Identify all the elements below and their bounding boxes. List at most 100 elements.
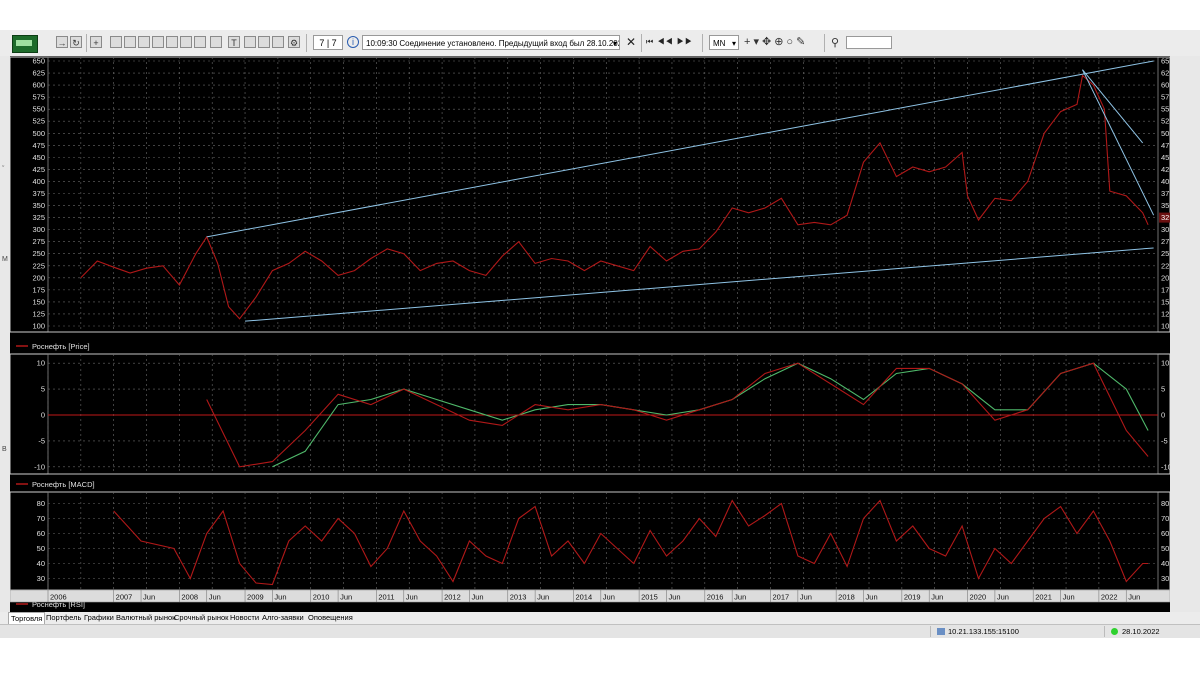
info-icon[interactable]: i xyxy=(347,36,359,48)
arrow-right-icon[interactable]: → xyxy=(56,36,68,48)
search-window-icon[interactable] xyxy=(166,36,178,48)
time-tick-label: Jun xyxy=(340,593,352,602)
y-tick-left-price: 400 xyxy=(32,177,45,186)
y-tick-right-rsi: 30 xyxy=(1161,574,1169,583)
y-tick-left-price: 100 xyxy=(32,322,45,331)
y-tick-left-price: 300 xyxy=(32,225,45,234)
search-icon[interactable]: ⚲ xyxy=(831,36,839,49)
y-tick-right-rsi: 80 xyxy=(1161,499,1169,508)
app-logo-icon xyxy=(12,35,38,53)
chart-panel-price xyxy=(10,56,1170,333)
time-tick-label: 2012 xyxy=(444,593,461,602)
time-tick-label: Jun xyxy=(209,593,221,602)
tab-1[interactable]: Торговля xyxy=(8,612,46,624)
time-tick-label: 2017 xyxy=(772,593,789,602)
time-tick-label: 2006 xyxy=(50,593,67,602)
lab-icon[interactable] xyxy=(258,36,270,48)
tab-8[interactable]: Оповещения xyxy=(306,612,355,624)
copy-icon[interactable] xyxy=(194,36,206,48)
y-tick-right-price: 425 xyxy=(1161,165,1170,174)
window-icon[interactable] xyxy=(110,36,122,48)
refresh-icon[interactable]: ↻ xyxy=(70,36,82,48)
y-tick-right-price: 575 xyxy=(1161,93,1170,102)
filter-icon[interactable] xyxy=(244,36,256,48)
y-tick-left-price: 575 xyxy=(32,93,45,102)
time-tick-label: 2021 xyxy=(1035,593,1052,602)
circle-icon[interactable]: ○ xyxy=(786,36,796,48)
y-tick-left-price: 650 xyxy=(32,57,45,66)
connection-date: 28.10.2022 xyxy=(1104,626,1194,637)
tab-6[interactable]: Новости xyxy=(228,612,261,624)
move-icon[interactable]: ✥ xyxy=(762,36,774,48)
settings-icon[interactable]: ⚙ xyxy=(288,36,300,48)
chart-navigation-buttons[interactable]: ⏮ ◀◀ ▶▶ xyxy=(646,37,693,47)
close-icon[interactable]: ✕ xyxy=(626,35,636,49)
y-tick-left-price: 600 xyxy=(32,81,45,90)
panel-label-macd: Роснефть [MACD] xyxy=(32,480,95,489)
tab-3[interactable]: Графики xyxy=(82,612,116,624)
time-tick-label: 2008 xyxy=(181,593,198,602)
list-icon[interactable] xyxy=(138,36,150,48)
y-tick-right-price: 100 xyxy=(1161,322,1170,331)
dropdown-arrow-icon[interactable]: ▾ xyxy=(753,36,762,48)
y-tick-right-price: 625 xyxy=(1161,69,1170,78)
time-tick-label: Jun xyxy=(274,593,286,602)
y-tick-right-macd: -5 xyxy=(1161,436,1168,445)
export-icon[interactable] xyxy=(210,36,222,48)
time-tick-label: 2020 xyxy=(970,593,987,602)
toolbar-separator xyxy=(641,34,642,52)
time-tick-label: Jun xyxy=(1063,593,1075,602)
toolbar-separator xyxy=(306,34,307,52)
tab-4[interactable]: Валютный рынок xyxy=(114,612,177,624)
crosshair-icon[interactable]: ⊕ xyxy=(774,36,786,48)
chart-window-icon[interactable] xyxy=(180,36,192,48)
time-tick-label: 2011 xyxy=(378,593,394,602)
timeframe-value: MN xyxy=(713,39,726,48)
tab-7[interactable]: Алго-заявки xyxy=(260,612,306,624)
y-tick-right-macd: 0 xyxy=(1161,411,1165,420)
y-tick-left-price: 200 xyxy=(32,273,45,282)
time-tick-label: 2016 xyxy=(707,593,724,602)
status-bar: 10.21.133.155:15100 28.10.2022 xyxy=(0,624,1200,638)
y-tick-right-price: 350 xyxy=(1161,201,1170,210)
y-tick-right-price: 550 xyxy=(1161,105,1170,114)
connection-status-text: 10:09:30 Соединение установлено. Предыду… xyxy=(366,39,619,48)
y-tick-left-rsi: 50 xyxy=(37,544,45,553)
tab-2[interactable]: Портфель xyxy=(44,612,83,624)
server-address-text: 10.21.133.155:15100 xyxy=(948,627,1019,636)
y-tick-right-price: 650 xyxy=(1161,57,1170,66)
grid-icon[interactable] xyxy=(152,36,164,48)
y-tick-left-price: 625 xyxy=(32,69,45,78)
y-tick-right-price: 500 xyxy=(1161,129,1170,138)
time-tick-label: Jun xyxy=(931,593,943,602)
chart-area[interactable]: 6506506256256006005755755505505255255005… xyxy=(10,56,1170,612)
connection-status-dropdown[interactable]: 10:09:30 Соединение установлено. Предыду… xyxy=(362,35,620,50)
table-icon[interactable] xyxy=(124,36,136,48)
pencil-icon[interactable]: ✎ xyxy=(796,36,808,48)
y-tick-right-macd: -10 xyxy=(1161,462,1170,471)
y-tick-left-price: 175 xyxy=(32,285,45,294)
drawing-tools[interactable]: +▾✥⊕○✎ xyxy=(744,35,808,48)
y-tick-left-price: 475 xyxy=(32,141,45,150)
y-tick-right-price: 450 xyxy=(1161,153,1170,162)
workspace-tabs: Торговля Портфель Графики Валютный рынок Сро… xyxy=(0,612,1200,624)
tools-icon[interactable] xyxy=(272,36,284,48)
time-tick-label: 2014 xyxy=(575,593,592,602)
chart-canvas[interactable]: 6506506256256006005755755505505255255005… xyxy=(10,56,1170,612)
y-tick-left-price: 450 xyxy=(32,153,45,162)
server-address: 10.21.133.155:15100 xyxy=(930,626,1100,637)
time-tick-label: Jun xyxy=(143,593,155,602)
dock-marker: B xyxy=(2,446,7,453)
time-tick-label: Jun xyxy=(1128,593,1140,602)
time-tick-label: 2015 xyxy=(641,593,658,602)
tab-5[interactable]: Срочный рынок xyxy=(172,612,230,624)
time-tick-label: 2007 xyxy=(116,593,133,602)
add-window-icon[interactable]: + xyxy=(90,36,102,48)
time-tick-label: 2013 xyxy=(510,593,527,602)
text-tool-icon[interactable]: T xyxy=(228,36,240,48)
y-tick-right-rsi: 70 xyxy=(1161,514,1169,523)
timeframe-select[interactable]: MN ▾ xyxy=(709,35,739,50)
toolbar-separator xyxy=(702,34,703,52)
y-tick-left-price: 525 xyxy=(32,117,45,126)
search-input[interactable] xyxy=(846,36,892,49)
